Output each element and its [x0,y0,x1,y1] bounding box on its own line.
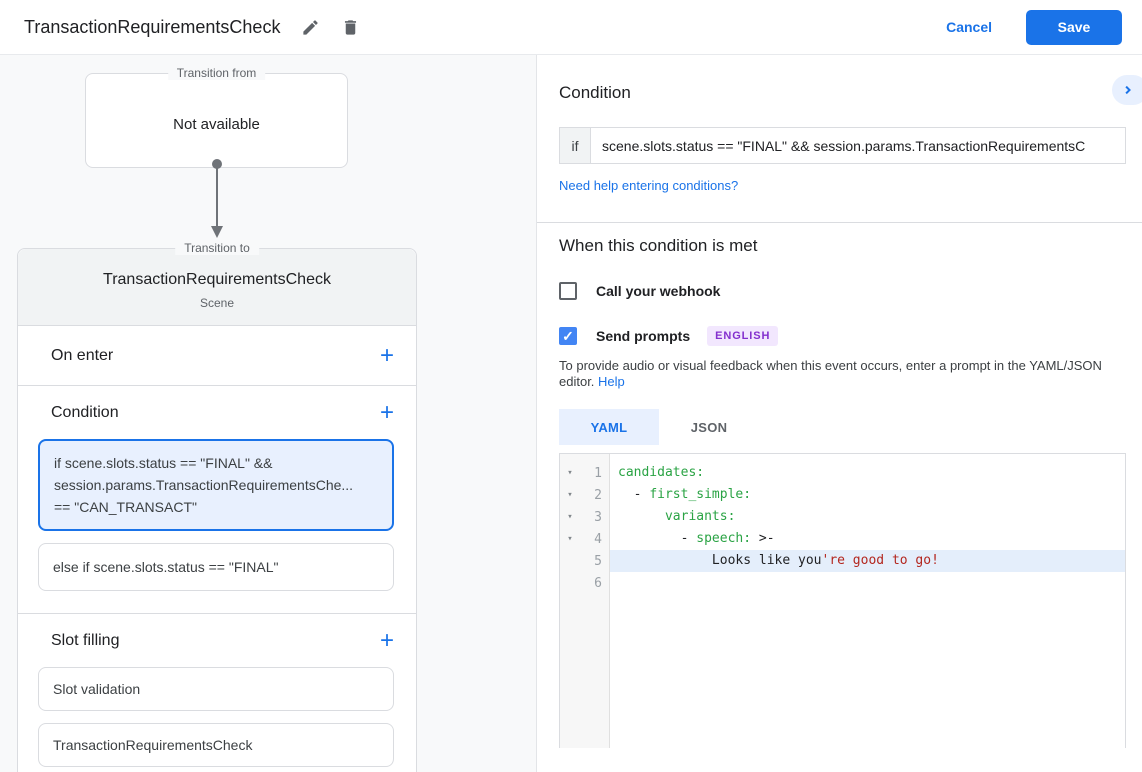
send-prompts-row: ✓ Send prompts ENGLISH [559,326,1124,346]
editor-hint: To provide audio or visual feedback when… [559,358,1124,390]
on-enter-label: On enter [51,347,113,365]
fold-arrow-icon[interactable]: ▾ [560,534,580,544]
editor-hint-line1: To provide audio or visual feedback when… [559,358,1102,373]
on-enter-row[interactable]: On enter + [18,326,416,386]
slot-filling-section: Slot filling + Slot validation Transacti… [18,614,416,772]
transition-to-card: Transition to TransactionRequirementsChe… [17,248,417,772]
condition-line-3: == "CAN_TRANSACT" [54,496,378,518]
line-number: 6 [580,576,609,591]
condition-line-1: if scene.slots.status == "FINAL" && [54,452,378,474]
transition-arrow [207,158,227,242]
save-button[interactable]: Save [1026,10,1122,45]
webhook-row: Call your webhook [559,282,1124,300]
add-condition-button[interactable]: + [380,401,394,425]
top-bar: TransactionRequirementsCheck Cancel Save [0,0,1142,55]
slot-card-validation-label: Slot validation [53,681,140,697]
line-number: 5 [580,554,609,569]
line-number: 3 [580,510,609,525]
code-area[interactable]: candidates: - first_simple: variants: - … [610,454,1125,748]
line-number: 1 [580,466,609,481]
if-prefix-label: if [559,127,590,164]
code-line-4: - speech: >- [610,528,1125,550]
add-on-enter-button[interactable]: + [380,344,394,368]
transition-to-legend: Transition to [175,241,259,255]
slot-card-validation[interactable]: Slot validation [38,667,394,711]
pencil-icon [301,18,320,37]
editor-gutter: ▾1 ▾2 ▾3 ▾4 5 6 [560,454,610,748]
send-prompts-label: Send prompts [596,328,690,344]
condition-section: Condition + if scene.slots.status == "FI… [18,386,416,614]
condition-expression-row: if [559,127,1126,164]
line-number: 2 [580,488,609,503]
when-condition-met-heading: When this condition is met [559,195,1124,256]
line-number: 4 [580,532,609,547]
condition-card-else[interactable]: else if scene.slots.status == "FINAL" [38,543,394,591]
condition-editor-panel: Condition if Need help entering conditio… [537,55,1142,772]
add-slot-button[interactable]: + [380,629,394,653]
collapse-panel-button[interactable] [1112,75,1142,105]
condition-help-link[interactable]: Need help entering conditions? [559,178,738,193]
scene-flow-panel: Transition from Not available Transition… [0,55,537,772]
scene-card-title: TransactionRequirementsCheck [18,271,416,289]
slot-card-transaction[interactable]: TransactionRequirementsCheck [38,723,394,767]
slot-card-transaction-label: TransactionRequirementsCheck [53,737,252,753]
code-line-2: - first_simple: [610,484,1125,506]
transition-from-legend: Transition from [168,66,266,80]
transition-from-value: Not available [86,116,347,133]
language-badge: ENGLISH [707,326,778,346]
chevron-right-icon [1121,83,1135,97]
tab-json[interactable]: JSON [659,409,759,445]
checkmark-icon: ✓ [562,328,574,345]
fold-arrow-icon[interactable]: ▾ [560,490,580,500]
scene-card-header: TransactionRequirementsCheck Scene [18,249,416,326]
slot-filling-label: Slot filling [51,632,119,650]
yaml-code-editor[interactable]: ▾1 ▾2 ▾3 ▾4 5 6 candidates: - first_simp… [559,453,1126,748]
call-webhook-checkbox[interactable] [559,282,577,300]
condition-section-label: Condition [51,404,119,422]
transition-from-box: Transition from Not available [85,73,348,168]
topbar-actions: Cancel Save [934,10,1122,45]
editor-tabs: YAML JSON [559,409,1124,445]
code-line-5-active: Looks like you're good to go! [610,550,1125,572]
condition-else-text: else if scene.slots.status == "FINAL" [53,556,379,578]
call-webhook-label: Call your webhook [596,283,720,299]
condition-heading: Condition [559,55,1124,103]
code-line-6 [610,572,1125,594]
condition-card-selected[interactable]: if scene.slots.status == "FINAL" && sess… [38,439,394,531]
trash-icon [341,18,360,37]
condition-line-2: session.params.TransactionRequirementsCh… [54,474,378,496]
send-prompts-checkbox[interactable]: ✓ [559,327,577,345]
editor-hint-line2: editor. [559,374,594,389]
code-line-3: variants: [610,506,1125,528]
condition-expression-input[interactable] [590,127,1126,164]
section-divider [537,222,1142,223]
code-line-1: candidates: [610,462,1125,484]
fold-arrow-icon[interactable]: ▾ [560,512,580,522]
tab-yaml[interactable]: YAML [559,409,659,445]
edit-scene-button[interactable] [298,15,322,39]
page-title: TransactionRequirementsCheck [24,17,280,38]
scene-card-subtitle: Scene [18,296,416,310]
editor-help-link[interactable]: Help [598,374,625,389]
delete-scene-button[interactable] [338,15,362,39]
fold-arrow-icon[interactable]: ▾ [560,468,580,478]
cancel-button[interactable]: Cancel [934,11,1004,43]
